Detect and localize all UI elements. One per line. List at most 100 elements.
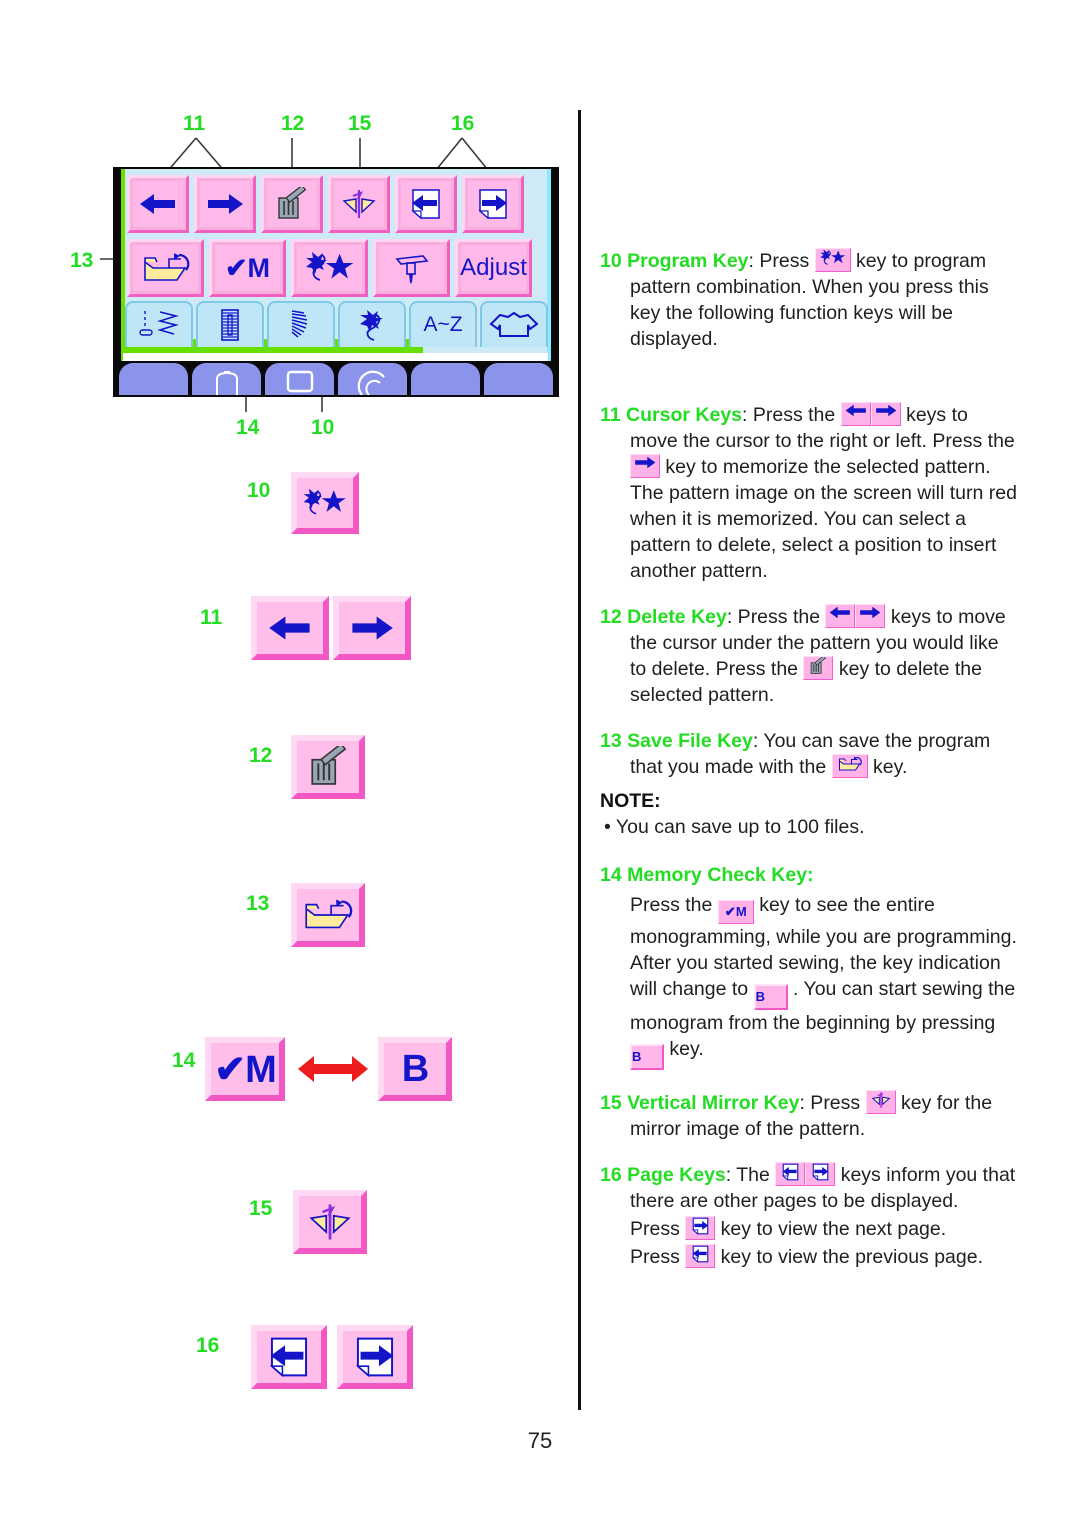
- sample-begin-key[interactable]: B: [378, 1037, 452, 1101]
- instruction-item-16-next: Press key to view the next page.: [600, 1216, 1020, 1242]
- lcd-adjust-key[interactable]: Adjust: [455, 239, 532, 297]
- instruction-item-16: 16 Page Keys: The keys inform you that t…: [600, 1162, 1020, 1214]
- item-text-6: key to view the previous page.: [715, 1246, 984, 1268]
- bobbin-icon: [215, 371, 238, 395]
- note-heading: NOTE:: [600, 790, 661, 812]
- machine-button-1[interactable]: [119, 363, 188, 395]
- pattern-star-icon: [297, 245, 362, 291]
- check-m-icon: ✔M: [215, 245, 280, 291]
- lcd-vertical-mirror-key[interactable]: [328, 175, 390, 233]
- arrow-left-icon: [257, 602, 323, 654]
- shirt-icon: [489, 311, 539, 337]
- tab-shirt[interactable]: [480, 301, 548, 347]
- instruction-item-11: 11 Cursor Keys: Press the keys to move t…: [600, 402, 1020, 584]
- arrow-left-icon: [133, 181, 183, 227]
- page-right-icon: [468, 181, 518, 227]
- item-number: 16: [600, 1164, 622, 1186]
- instruction-item-14-body-1: Press the ✔M key to see the entire monog…: [600, 892, 1020, 950]
- machine-button-6[interactable]: [484, 363, 553, 395]
- item-text-1: Press: [753, 250, 815, 272]
- lcd-page-next-key[interactable]: [462, 175, 524, 233]
- callout-number-15-top: 15: [348, 112, 372, 135]
- item-text-5: Press: [630, 1246, 686, 1268]
- lcd-cursor-left-key[interactable]: [127, 175, 189, 233]
- callout-number-13-side: 13: [70, 249, 94, 272]
- cursor-right-badge: [870, 402, 901, 426]
- item-number: 14: [600, 864, 622, 886]
- arrow-right-icon: [339, 602, 405, 654]
- spacer-after-10: [600, 372, 1020, 402]
- item-term: Cursor Keys: [626, 404, 743, 426]
- page-left-icon: [257, 1331, 321, 1383]
- item-number: 11: [600, 404, 621, 426]
- page-left-badge: [775, 1162, 806, 1186]
- lcd-page-previous-key[interactable]: [395, 175, 457, 233]
- item-number: 13: [600, 730, 622, 752]
- machine-control-panel: ✔M Adjust A~Z: [113, 167, 559, 397]
- b-key-badge-2: B: [630, 1044, 664, 1070]
- lcd-cursor-right-key[interactable]: [194, 175, 256, 233]
- callout-number-14-bottom: 14: [236, 416, 260, 439]
- sample-save-file-key[interactable]: [291, 883, 365, 947]
- page-prev-badge: [685, 1244, 716, 1268]
- item-text-1: Press the: [747, 404, 841, 426]
- sample-delete-key[interactable]: [291, 735, 365, 799]
- machine-button-3[interactable]: [265, 363, 334, 395]
- trash-icon: [297, 741, 359, 793]
- memorize-right-badge: [630, 454, 660, 478]
- tab-monogram[interactable]: A~Z: [409, 301, 477, 347]
- lcd-function-row-2: ✔M Adjust: [127, 239, 532, 297]
- sample-memory-check-key[interactable]: ✔M: [205, 1037, 285, 1101]
- note-text: You can save up to 100 files.: [615, 816, 865, 838]
- lcd-needle-drop-key[interactable]: [373, 239, 450, 297]
- lcd-delete-key[interactable]: [261, 175, 323, 233]
- machine-button-row: [119, 363, 553, 395]
- memory-check-badge: ✔M: [717, 900, 754, 924]
- sample-program-key[interactable]: [291, 472, 359, 534]
- item-text-4: key to view the next page.: [715, 1218, 947, 1240]
- instruction-item-13: 13 Save File Key: You can save the progr…: [600, 728, 1020, 780]
- tab-applique[interactable]: [338, 301, 406, 347]
- lcd-memory-check-key[interactable]: ✔M: [209, 239, 286, 297]
- sample-label-15: 15: [249, 1197, 273, 1220]
- item-text-5: key.: [664, 1038, 704, 1060]
- lcd-bottom-white-strip: [123, 353, 548, 361]
- sample-page-next-key[interactable]: [337, 1325, 413, 1389]
- memory-check-badge-label: ✔M: [724, 904, 747, 919]
- cursor-left-badge: [840, 402, 871, 426]
- column-divider: [578, 110, 581, 1410]
- callout-number-16-top: 16: [451, 112, 475, 135]
- lcd-function-row-1: [127, 175, 524, 233]
- page-next-badge: [685, 1216, 716, 1240]
- machine-button-4[interactable]: [338, 363, 407, 395]
- sample-page-previous-key[interactable]: [251, 1325, 327, 1389]
- tab-utility-stitch[interactable]: [125, 301, 193, 347]
- lcd-save-file-key[interactable]: [127, 239, 204, 297]
- item-text-1: Press the: [732, 606, 826, 628]
- machine-button-5[interactable]: [411, 363, 480, 395]
- page-right-icon: [343, 1331, 407, 1383]
- item-number: 12: [600, 606, 622, 628]
- spool-icon: [357, 370, 385, 395]
- item-text-3: Press: [630, 1218, 686, 1240]
- item-text-1: Press the: [630, 894, 718, 916]
- sample-cursor-left-key[interactable]: [251, 596, 329, 660]
- mirror-icon: [299, 1196, 361, 1248]
- callout-number-12-top: 12: [281, 112, 305, 135]
- page-right-badge: [805, 1162, 836, 1186]
- sample-cursor-right-key[interactable]: [333, 596, 411, 660]
- instruction-item-15: 15 Vertical Mirror Key: Press key for th…: [600, 1090, 1020, 1142]
- note-body: • You can save up to 100 files.: [600, 814, 1020, 840]
- sample-vertical-mirror-key[interactable]: [293, 1190, 367, 1254]
- machine-button-2[interactable]: [192, 363, 261, 395]
- item-text-1: Press: [804, 1092, 866, 1114]
- lcd-program-key[interactable]: [291, 239, 368, 297]
- b-key-badge-1: B: [753, 984, 788, 1010]
- needle-icon: [379, 245, 444, 291]
- check-m-label: ✔M: [224, 252, 271, 283]
- folder-save-icon: [297, 889, 359, 941]
- tab-satin-arc[interactable]: [267, 301, 335, 347]
- satin-arc-icon: [291, 310, 308, 338]
- callout-number-10-bottom: 10: [311, 416, 335, 439]
- tab-buttonhole[interactable]: [196, 301, 264, 347]
